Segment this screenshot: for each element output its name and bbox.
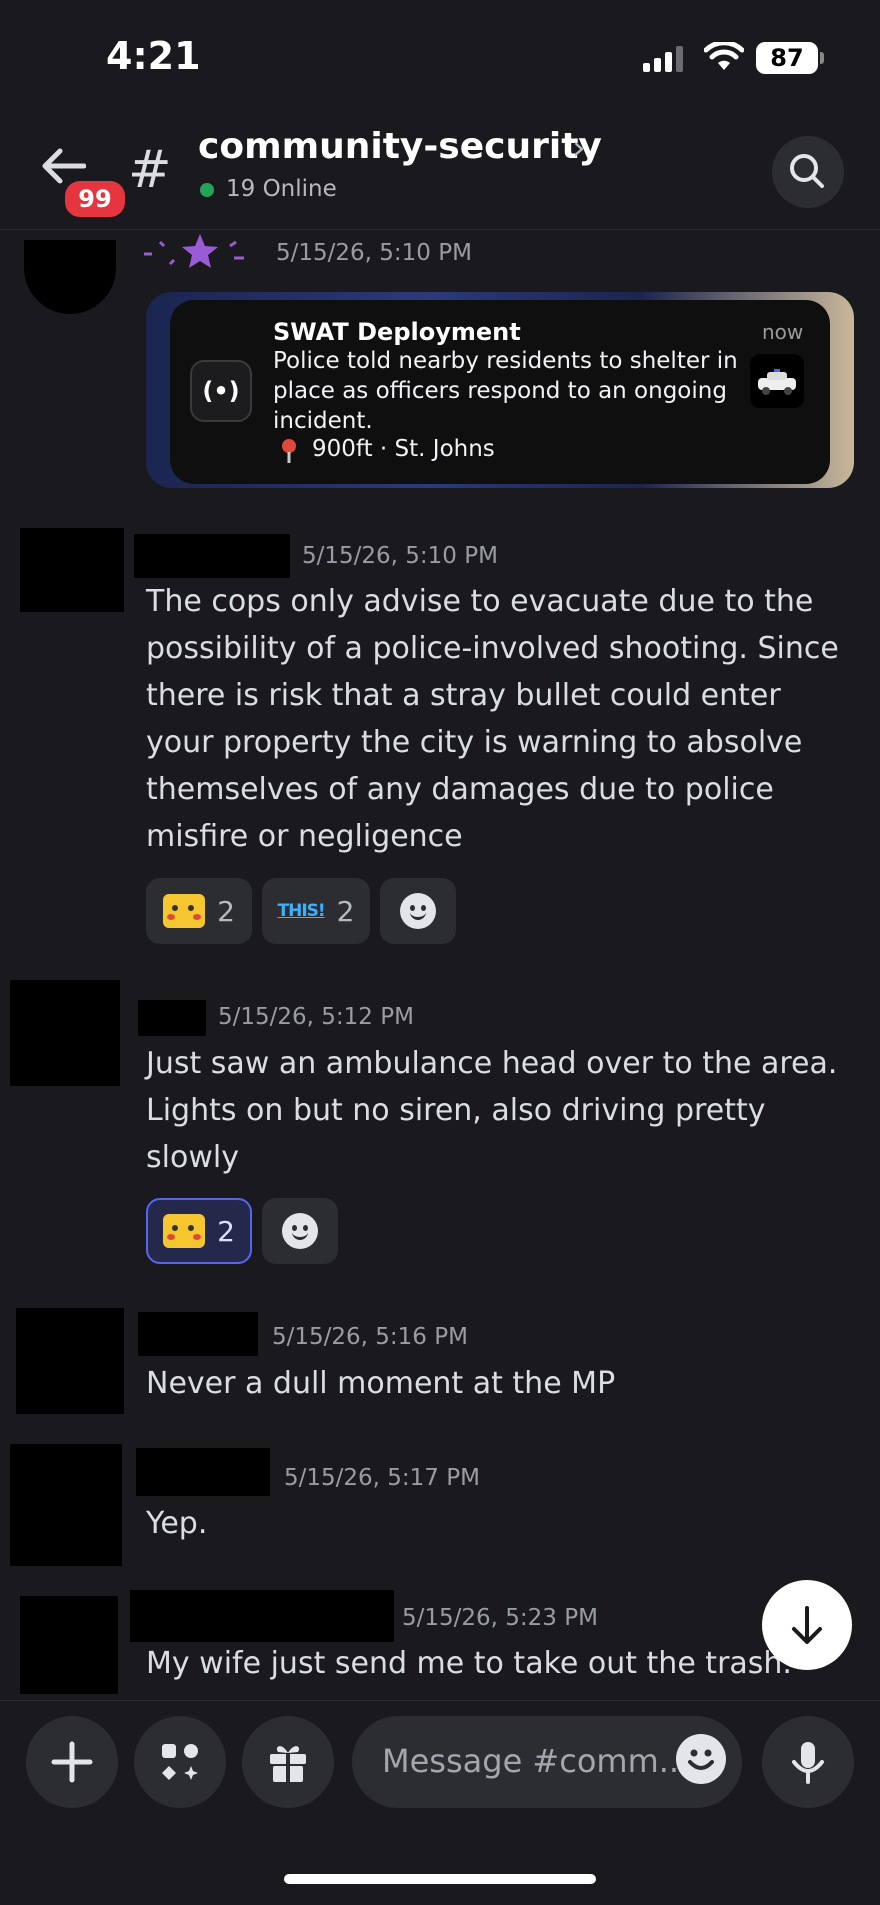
- message-line: possibility of a police-involved shootin…: [146, 631, 839, 666]
- avatar[interactable]: [24, 240, 116, 314]
- add-reaction-button[interactable]: [380, 878, 456, 944]
- redacted-username[interactable]: [136, 1448, 270, 1496]
- surprised-pikachu-emoji-icon: [163, 1214, 206, 1248]
- online-count: 19 Online: [226, 176, 337, 202]
- this-emoji-icon: THIS!: [277, 901, 326, 921]
- gift-icon: [270, 1746, 306, 1782]
- reaction-pikachu[interactable]: 2: [146, 878, 252, 944]
- voice-message-button[interactable]: [762, 1716, 854, 1808]
- police-car-thumbnail: [750, 354, 804, 408]
- unread-badge: 99: [62, 178, 128, 220]
- map-pin-icon: [279, 438, 299, 464]
- message-line: themselves of any damages due to police: [146, 772, 774, 807]
- channel-hash-icon: #: [128, 140, 172, 200]
- gift-button[interactable]: [242, 1716, 334, 1808]
- sparkle-star-icon: [140, 232, 260, 272]
- message-input-placeholder: Message #comm..: [382, 1742, 680, 1780]
- redacted-username[interactable]: [130, 1590, 394, 1642]
- home-indicator: [284, 1874, 596, 1884]
- message-text: Yep.: [146, 1506, 208, 1541]
- add-reaction-icon: [400, 893, 436, 929]
- reaction-pikachu[interactable]: 2: [146, 1198, 252, 1264]
- message-text: My wife just send me to take out the tra…: [146, 1646, 792, 1681]
- app-launcher-icon: [162, 1744, 198, 1780]
- jump-to-bottom-button[interactable]: [762, 1580, 852, 1670]
- notification-location: 900ft · St. Johns: [312, 436, 495, 462]
- chevron-right-icon[interactable]: ›: [572, 128, 586, 168]
- emoji-picker-icon[interactable]: [676, 1734, 726, 1784]
- message-line: misfire or negligence: [146, 819, 463, 854]
- message-text: Never a dull moment at the MP: [146, 1366, 616, 1401]
- channel-title[interactable]: community-security: [198, 126, 602, 167]
- notification-time: now: [762, 320, 804, 344]
- reaction-this[interactable]: THIS! 2: [262, 878, 370, 944]
- surprised-pikachu-emoji-icon: [163, 894, 206, 928]
- attach-button[interactable]: [26, 1716, 118, 1808]
- add-reaction-button[interactable]: [262, 1198, 338, 1264]
- avatar[interactable]: [20, 1596, 118, 1694]
- search-button[interactable]: [772, 136, 844, 208]
- plus-icon: [51, 1741, 93, 1783]
- message-line: your property the city is warning to abs…: [146, 725, 803, 760]
- message-line: The cops only advise to evacuate due to …: [146, 584, 814, 619]
- avatar[interactable]: [16, 1308, 124, 1414]
- add-reaction-icon: [282, 1213, 318, 1249]
- reaction-count: 2: [217, 1214, 235, 1248]
- message-timestamp: 5/15/26, 5:17 PM: [284, 1465, 480, 1491]
- status-time: 4:21: [106, 34, 201, 78]
- reaction-count: 2: [217, 894, 235, 928]
- avatar[interactable]: [20, 528, 124, 612]
- header-divider: [0, 229, 880, 230]
- notification-body: Police told nearby residents to shelter …: [273, 348, 738, 434]
- message-timestamp: 5/15/26, 5:12 PM: [218, 1004, 414, 1030]
- search-icon: [790, 154, 824, 188]
- cellular-signal-icon: [643, 46, 687, 72]
- message-timestamp: 5/15/26, 5:10 PM: [276, 240, 472, 266]
- arrow-down-icon: [792, 1606, 822, 1644]
- wifi-icon: [704, 42, 744, 72]
- avatar[interactable]: [10, 980, 120, 1086]
- microphone-icon: [792, 1742, 824, 1784]
- message-text: The cops only advise to evacuate due to …: [146, 578, 880, 860]
- broadcast-icon: (•): [190, 360, 252, 422]
- battery-cap: [820, 52, 824, 64]
- message-timestamp: 5/15/26, 5:10 PM: [302, 543, 498, 569]
- message-line: there is risk that a stray bullet could …: [146, 678, 781, 713]
- message-line: slowly: [146, 1140, 239, 1175]
- message-line: Just saw an ambulance head over to the a…: [146, 1046, 838, 1081]
- battery-indicator: 87: [756, 42, 818, 74]
- message-line: Lights on but no siren, also driving pre…: [146, 1093, 766, 1128]
- reaction-count: 2: [336, 894, 355, 928]
- redacted-username[interactable]: [138, 1312, 258, 1356]
- redacted-username[interactable]: [138, 1000, 206, 1036]
- message-timestamp: 5/15/26, 5:23 PM: [402, 1605, 598, 1631]
- avatar[interactable]: [10, 1444, 122, 1566]
- message-timestamp: 5/15/26, 5:16 PM: [272, 1324, 468, 1350]
- message-text: Just saw an ambulance head over to the a…: [146, 1040, 880, 1181]
- redacted-username[interactable]: [134, 534, 290, 578]
- apps-button[interactable]: [134, 1716, 226, 1808]
- notification-title: SWAT Deployment: [273, 318, 521, 346]
- online-status-dot: [200, 183, 214, 197]
